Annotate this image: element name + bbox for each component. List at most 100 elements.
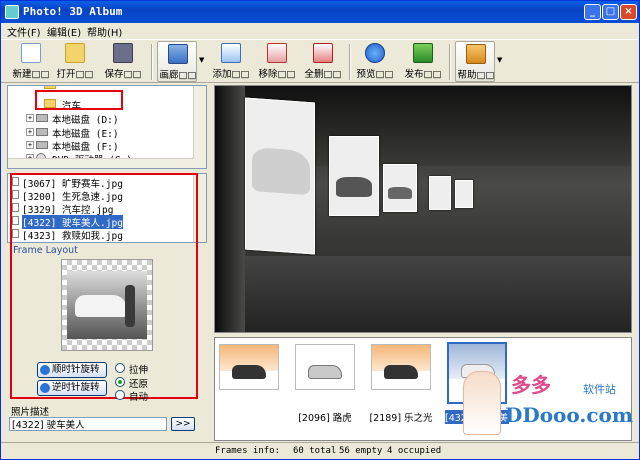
gallery-picture[interactable] (245, 97, 315, 255)
help-dropdown-icon[interactable]: ▼ (497, 56, 502, 64)
thumbnail[interactable] (219, 344, 279, 390)
apply-description-button[interactable]: >> (171, 417, 195, 431)
drive-icon (36, 128, 48, 136)
tree-item-drive-f[interactable]: + 本地磁盘 (F:) (8, 138, 188, 153)
open-folder-icon (65, 43, 85, 63)
frame-photo (67, 271, 147, 339)
rotate-right-icon (40, 365, 50, 375)
person-image (125, 285, 135, 327)
title-bar: Photo! 3D Album _ □ × (1, 1, 639, 23)
help-label: 帮助□□ (457, 70, 495, 81)
status-bar: Frames info: 60 total 56 empty 4 occupie… (1, 442, 639, 459)
gallery-picture[interactable] (455, 180, 473, 208)
app-icon (5, 5, 19, 19)
frame-button[interactable]: 画廊□□ (157, 41, 197, 82)
rotate-counterclockwise-label: 逆时针旋转 (52, 382, 100, 393)
radio-label: 还原 (129, 379, 149, 390)
remove-photo-icon (267, 43, 287, 63)
radio-icon (115, 390, 125, 400)
rotate-clockwise-button[interactable]: 顺时针旋转 (37, 362, 107, 378)
tree-scrollbar[interactable] (193, 86, 206, 168)
toolbar: 新建□□ 打开□□ 保存□□ 画廊□□ ▼ 添加□□ 移除□□ 全删□□ 预览□… (1, 39, 639, 83)
remove-all-label: 全删□□ (304, 69, 342, 80)
expand-icon[interactable]: + (26, 114, 34, 122)
rotate-clockwise-label: 顺时针旋转 (52, 364, 100, 375)
menu-file[interactable]: 文件(F) (7, 24, 41, 39)
gallery-wall (215, 86, 245, 332)
tree-item-drive-e[interactable]: + 本地磁盘 (E:) (8, 125, 188, 140)
remove-all-button[interactable]: 全删□□ (303, 41, 343, 82)
car-image (384, 365, 418, 379)
folder-icon (44, 86, 56, 89)
gallery-picture[interactable] (329, 136, 379, 216)
status-occupied: 4 occupied (387, 446, 442, 456)
thumbnail[interactable] (371, 344, 431, 390)
maximize-button[interactable]: □ (602, 4, 619, 20)
tree-item-drive-d[interactable]: + 本地磁盘 (D:) (8, 111, 188, 126)
remove-all-icon (313, 43, 333, 63)
gallery-picture[interactable] (429, 176, 451, 210)
pane-splitter[interactable] (209, 85, 213, 441)
expand-icon[interactable]: + (26, 128, 34, 136)
help-button[interactable]: 帮助□□ (455, 41, 495, 82)
watermark-tagline: 软件站 (583, 383, 616, 396)
car-image (308, 365, 342, 379)
rotate-left-icon (40, 383, 50, 393)
gallery-3d-viewport[interactable] (214, 85, 632, 333)
car-image (252, 147, 310, 196)
mascot-image (463, 371, 501, 435)
remove-button[interactable]: 移除□□ (257, 41, 297, 82)
open-label: 打开□□ (56, 69, 94, 80)
expand-icon[interactable]: + (26, 141, 34, 149)
photo-description-label: 照片描述 (11, 407, 50, 418)
radio-icon (115, 377, 125, 387)
open-button[interactable]: 打开□□ (55, 41, 95, 82)
close-button[interactable]: × (620, 4, 637, 20)
thumbnail-caption: [2096] 路虎 (298, 413, 352, 424)
publish-house-icon (413, 43, 433, 63)
gallery-icon (168, 44, 188, 64)
new-document-icon (21, 43, 41, 63)
radio-label: 拉伸 (129, 365, 149, 376)
watermark: 多多 软件站 DDooo.com (461, 361, 633, 441)
tree-hscrollbar[interactable] (8, 158, 194, 168)
new-button[interactable]: 新建□□ (11, 41, 51, 82)
save-label: 保存□□ (104, 69, 142, 80)
frame-label-text: 画廊□□ (159, 70, 197, 81)
thumbnail[interactable] (295, 344, 355, 390)
save-button[interactable]: 保存□□ (103, 41, 143, 82)
save-disk-icon (113, 43, 133, 63)
remove-label: 移除□□ (258, 69, 296, 80)
radio-icon (115, 363, 125, 373)
car-image (232, 365, 266, 379)
gallery-floor (215, 256, 631, 332)
publish-button[interactable]: 发布□□ (403, 41, 443, 82)
app-window: Photo! 3D Album _ □ × 文件(F) 编辑(E) 帮助(H) … (0, 0, 640, 460)
drive-icon (36, 114, 48, 122)
car-image (336, 177, 372, 197)
menu-help[interactable]: 帮助(H) (87, 24, 122, 39)
frame-layout-label: Frame Layout (13, 245, 78, 256)
gallery-picture[interactable] (383, 164, 417, 212)
publish-label: 发布□□ (404, 69, 442, 80)
watermark-url: DDooo.com (505, 403, 633, 427)
add-photo-icon (221, 43, 241, 63)
menu-edit[interactable]: 编辑(E) (47, 24, 81, 39)
help-question-icon (466, 44, 486, 64)
add-label: 添加□□ (212, 69, 250, 80)
drive-icon (36, 141, 48, 149)
car-image (388, 187, 412, 199)
play-icon (365, 43, 385, 63)
minimize-button[interactable]: _ (584, 4, 601, 20)
status-empty: 56 empty (339, 446, 383, 456)
radio-label: 自动 (129, 392, 149, 403)
preview-button[interactable]: 预览□□ (355, 41, 395, 82)
frame-dropdown-icon[interactable]: ▼ (199, 56, 204, 64)
car-image (75, 295, 127, 317)
tree-item-label: 本地磁盘 (D:) (52, 115, 119, 126)
rotate-counterclockwise-button[interactable]: 逆时针旋转 (37, 380, 107, 396)
watermark-brand: 多多 (511, 373, 551, 397)
add-button[interactable]: 添加□□ (211, 41, 251, 82)
photo-description-input[interactable] (9, 417, 167, 431)
highlight-box (35, 90, 123, 110)
